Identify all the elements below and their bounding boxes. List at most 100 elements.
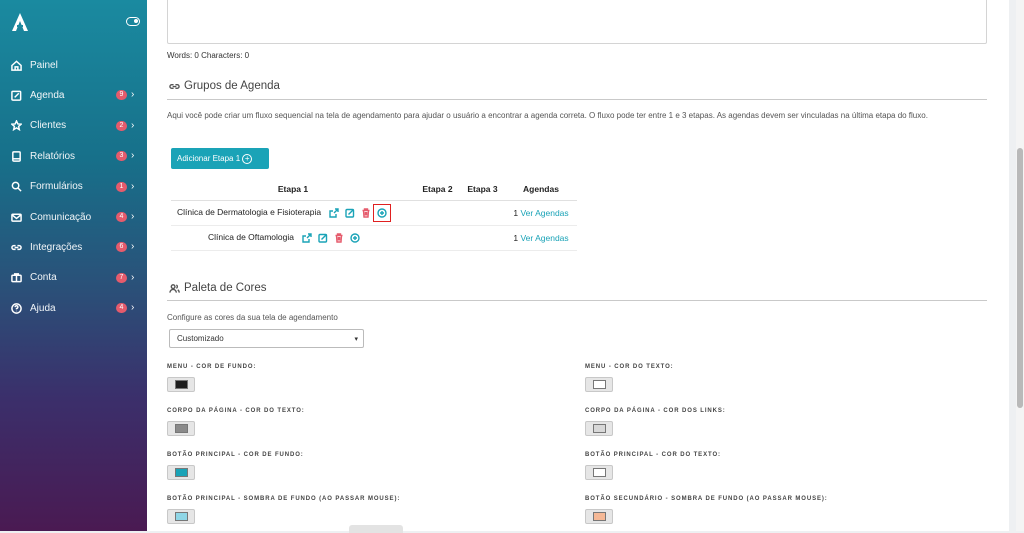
add-substep-icon[interactable] — [350, 233, 361, 243]
color-picker[interactable] — [167, 421, 195, 436]
color-swatch — [175, 512, 188, 521]
sidebar-item-formularios[interactable]: Formulários 1 › — [0, 172, 147, 202]
color-swatch — [593, 468, 606, 477]
book-icon — [10, 150, 22, 162]
row-actions — [302, 233, 361, 243]
add-circle-icon: + — [242, 153, 253, 164]
divider — [167, 99, 987, 100]
sidebar-item-ajuda[interactable]: Ajuda 4 › — [0, 293, 147, 323]
agendas-count: 1 — [513, 232, 519, 243]
color-label: MENU - COR DO TEXTO: — [585, 364, 674, 370]
column-header: Etapa 1 — [171, 178, 415, 201]
agendas-cell: 1 Ver Agendas — [505, 200, 577, 226]
notification-badge: 6 — [116, 242, 127, 253]
sidebar-item-label: Agenda — [30, 90, 65, 102]
link-icon — [10, 242, 22, 254]
sidebar-item-label: Relatórios — [30, 150, 76, 162]
column-header: Etapa 2 — [415, 178, 460, 201]
color-picker[interactable] — [167, 465, 195, 480]
chevron-right-icon: › — [131, 150, 135, 162]
notification-badge: 1 — [116, 181, 127, 192]
agendas-count: 1 — [513, 207, 519, 218]
sidebar-item-label: Comunicação — [30, 211, 92, 223]
sidebar-item-label: Conta — [30, 272, 57, 284]
color-label: BOTÃO PRINCIPAL - COR DE FUNDO: — [167, 452, 304, 458]
color-label: MENU - COR DE FUNDO: — [167, 364, 257, 370]
view-agendas-link[interactable]: Ver Agendas — [520, 208, 568, 218]
color-picker[interactable] — [585, 509, 613, 524]
external-link-icon[interactable] — [329, 208, 340, 218]
scrollbar-thumb[interactable] — [1017, 148, 1023, 408]
sidebar: Painel Agenda 9 › Clientes 2 › Relatório… — [0, 0, 147, 531]
color-picker[interactable] — [585, 377, 613, 392]
color-swatch — [175, 468, 188, 477]
column-header: Agendas — [505, 178, 577, 201]
calendar-edit-icon — [10, 90, 22, 102]
sidebar-item-label: Painel — [30, 59, 58, 71]
star-icon — [10, 120, 22, 132]
edit-icon[interactable] — [318, 233, 328, 243]
color-picker[interactable] — [167, 509, 195, 524]
groups-title: Grupos de Agenda — [184, 80, 280, 92]
group-cell: Clínica de Oftamologia — [171, 225, 415, 251]
add-substep-icon[interactable] — [373, 203, 392, 222]
groups-table: Etapa 1 Etapa 2 Etapa 3 Agendas Clínica … — [171, 178, 577, 251]
color-swatch — [175, 380, 188, 389]
palette-select[interactable]: Customizado ▾ — [169, 329, 364, 348]
trash-icon[interactable] — [334, 233, 344, 243]
group-name: Clínica de Dermatologia e Fisioterapia — [177, 207, 322, 218]
sidebar-item-clientes[interactable]: Clientes 2 › — [0, 111, 147, 141]
view-agendas-link[interactable]: Ver Agendas — [520, 233, 568, 243]
etapa2-cell — [415, 200, 460, 226]
etapa3-cell — [460, 200, 505, 226]
sidebar-item-painel[interactable]: Painel — [0, 50, 147, 80]
chevron-right-icon: › — [131, 271, 135, 283]
text-editor[interactable] — [167, 0, 987, 44]
scrollbar[interactable] — [1016, 0, 1024, 531]
sidebar-item-label: Formulários — [30, 181, 83, 193]
notification-badge: 3 — [116, 151, 127, 162]
color-picker[interactable] — [585, 465, 613, 480]
sidebar-item-agenda[interactable]: Agenda 9 › — [0, 80, 147, 110]
color-picker[interactable] — [167, 377, 195, 392]
chevron-right-icon: › — [131, 302, 135, 314]
external-link-icon[interactable] — [302, 233, 313, 243]
palette-subtitle: Configure as cores da sua tela de agenda… — [167, 313, 338, 322]
sidebar-item-comunicacao[interactable]: Comunicação 4 › — [0, 202, 147, 232]
edit-icon[interactable] — [345, 208, 355, 218]
color-label: BOTÃO SECUNDÁRIO - SOMBRA DE FUNDO (AO P… — [585, 496, 828, 502]
sidebar-item-integracoes[interactable]: Integrações 6 › — [0, 232, 147, 262]
logo-icon[interactable] — [11, 12, 29, 32]
notification-badge: 4 — [116, 211, 127, 222]
table-row: Clínica de Oftamologia 1 Ver Agendas — [171, 225, 577, 251]
help-icon — [10, 302, 22, 314]
add-step-1-button[interactable]: Adicionar Etapa 1 + — [171, 148, 269, 169]
sidebar-toggle[interactable] — [126, 17, 140, 26]
sidebar-item-relatorios[interactable]: Relatórios 3 › — [0, 141, 147, 171]
etapa3-cell — [460, 225, 505, 251]
color-swatch — [175, 424, 188, 433]
home-icon — [10, 59, 22, 71]
briefcase-icon — [10, 272, 22, 284]
users-icon — [169, 283, 180, 293]
search-icon — [10, 181, 22, 193]
color-swatch — [593, 380, 606, 389]
notification-badge: 4 — [116, 303, 127, 314]
color-label: CORPO DA PÁGINA - COR DOS LINKS: — [585, 408, 726, 414]
notification-badge: 2 — [116, 120, 127, 131]
chevron-right-icon: › — [131, 180, 135, 192]
sidebar-item-conta[interactable]: Conta 7 › — [0, 263, 147, 293]
notification-badge: 9 — [116, 90, 127, 101]
trash-icon[interactable] — [361, 208, 371, 218]
color-picker[interactable] — [585, 421, 613, 436]
sidebar-item-label: Integrações — [30, 242, 83, 254]
groups-description: Aqui você pode criar um fluxo sequencial… — [167, 111, 928, 120]
add-step-1-label: Adicionar Etapa 1 — [177, 154, 241, 163]
groups-section-title: Grupos de Agenda — [169, 80, 280, 92]
bottom-tab[interactable] — [349, 525, 403, 533]
color-label: BOTÃO PRINCIPAL - COR DO TEXTO: — [585, 452, 721, 458]
word-count: Words: 0 Characters: 0 — [167, 51, 250, 60]
link-icon — [169, 83, 180, 89]
group-name: Clínica de Oftamologia — [208, 232, 294, 243]
etapa2-cell — [415, 225, 460, 251]
